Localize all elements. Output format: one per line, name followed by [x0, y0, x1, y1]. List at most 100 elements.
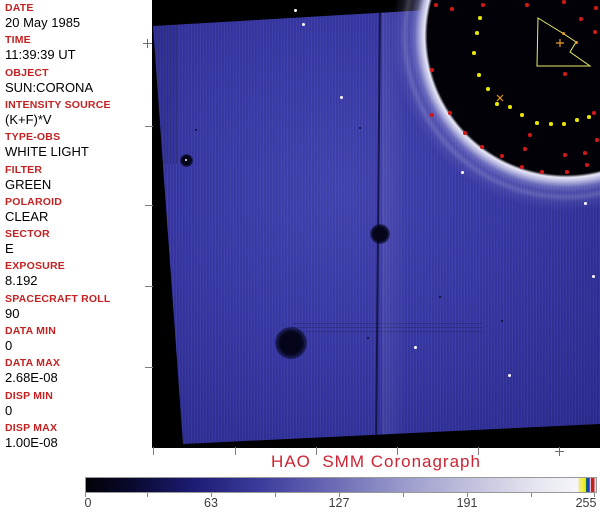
- orange-vertex-dot: [574, 40, 578, 44]
- metadata-field-polaroid: POLAROID CLEAR: [5, 196, 150, 224]
- field-value: WHITE LIGHT: [5, 144, 89, 160]
- metadata-field-type-obs: TYPE-OBS WHITE LIGHT: [5, 131, 150, 159]
- red-fiducial-dot: [563, 72, 567, 76]
- field-label: DATE: [5, 2, 34, 14]
- metadata-field-object: OBJECT SUN:CORONA: [5, 67, 150, 95]
- field-value: 0: [5, 402, 13, 418]
- field-label: FILTER: [5, 163, 43, 176]
- colorbar-minor-tick: [403, 493, 404, 497]
- red-fiducial-dot: [593, 30, 597, 34]
- field-value: 11:39:39 UT: [5, 47, 76, 63]
- field-label: INTENSITY SOURCE: [5, 98, 111, 111]
- star-dot: [460, 170, 464, 174]
- yellow-fiducial-dot: [486, 87, 490, 91]
- field-value: 8.192: [5, 273, 38, 289]
- metadata-field-intensity-source: INTENSITY SOURCE (K+F)*V: [5, 99, 150, 127]
- left-axis-tick: [145, 367, 153, 368]
- star-dot: [507, 373, 511, 377]
- red-fiducial-dot: [463, 131, 467, 135]
- yellow-fiducial-dot: [549, 122, 553, 126]
- colorbar-gradient: [85, 477, 597, 493]
- colorbar-tick-label: 63: [204, 496, 218, 510]
- star-dot: [591, 274, 595, 278]
- red-fiducial-dot: [594, 6, 598, 10]
- red-fiducial-dot: [430, 68, 434, 72]
- colorbar-tick-label: 0: [84, 496, 92, 510]
- yellow-fiducial-dot: [478, 16, 482, 20]
- field-label: SPACECRAFT ROLL: [5, 292, 111, 305]
- field-value: 1.00E-08: [5, 434, 58, 450]
- red-fiducial-dot: [430, 113, 434, 117]
- region-polygon-outline: [536, 17, 592, 67]
- metadata-field-date: DATE 20 May 1985: [5, 2, 150, 30]
- field-label: DISP MAX: [5, 421, 58, 434]
- field-value: 2.68E-08: [5, 370, 58, 386]
- red-fiducial-dot: [448, 111, 452, 115]
- colorbar-minor-tick: [275, 493, 276, 497]
- colorbar-tick-label: 127: [328, 496, 350, 510]
- field-label: TIME: [5, 34, 31, 47]
- coronagraph-viewer: DATE 20 May 1985 TIME 11:39:39 UT OBJECT SUN:…: [0, 0, 600, 512]
- star-dot: [301, 22, 305, 26]
- red-fiducial-dot: [562, 0, 566, 4]
- metadata-field-data-min: DATA MIN 0: [5, 325, 150, 353]
- star-dot: [339, 95, 343, 99]
- red-fiducial-dot: [480, 145, 484, 149]
- red-fiducial-dot: [592, 111, 596, 115]
- plot-area: [152, 0, 600, 448]
- orange-cross-marker: [496, 94, 504, 102]
- field-value: SUN:CORONA: [5, 79, 94, 95]
- field-value: CLEAR: [5, 208, 49, 224]
- yellow-fiducial-dot: [520, 113, 524, 117]
- field-label: DISP MIN: [5, 389, 54, 402]
- left-axis-plus-mark: [143, 39, 152, 48]
- metadata-field-disp-min: DISP MIN 0: [5, 390, 150, 418]
- red-fiducial-dot: [434, 3, 438, 7]
- field-label: DATA MIN: [5, 325, 56, 337]
- page-title: HAO SMM Coronagraph: [271, 452, 481, 471]
- field-label: SECTOR: [5, 228, 50, 241]
- orange-vertex-dot: [561, 31, 565, 35]
- field-value: E: [5, 241, 14, 257]
- red-fiducial-dot: [500, 154, 504, 158]
- star-dot: [293, 8, 297, 12]
- red-fiducial-dot: [540, 170, 544, 174]
- dark-blob: [275, 327, 307, 359]
- red-fiducial-dot: [583, 151, 587, 155]
- star-dot: [583, 201, 587, 205]
- field-value: 90: [5, 305, 20, 321]
- yellow-fiducial-dot: [477, 73, 481, 77]
- field-label: OBJECT: [5, 66, 49, 79]
- metadata-field-spacecraft-roll: SPACECRAFT ROLL 90: [5, 293, 150, 321]
- field-label: DATA MAX: [5, 357, 61, 370]
- yellow-fiducial-dot: [562, 122, 566, 126]
- field-value: (K+F)*V: [5, 111, 52, 127]
- colorbar-minor-tick: [147, 493, 148, 497]
- yellow-fiducial-dot: [575, 118, 579, 122]
- field-label: POLAROID: [5, 195, 63, 208]
- red-fiducial-dot: [565, 170, 569, 174]
- red-fiducial-dot: [595, 138, 599, 142]
- left-axis-tick: [145, 286, 153, 287]
- left-axis-tick: [145, 205, 153, 206]
- metadata-field-filter: FILTER GREEN: [5, 164, 150, 192]
- yellow-fiducial-dot: [535, 121, 539, 125]
- field-label: EXPOSURE: [5, 260, 65, 273]
- red-fiducial-dot: [563, 153, 567, 157]
- red-fiducial-dot: [525, 3, 529, 7]
- metadata-field-disp-max: DISP MAX 1.00E-08: [5, 422, 150, 450]
- red-fiducial-dot: [523, 147, 527, 151]
- colorbar-minor-tick: [531, 493, 532, 497]
- red-fiducial-dot: [528, 133, 532, 137]
- red-fiducial-dot: [520, 165, 524, 169]
- colorbar-tick-label: 191: [456, 496, 478, 510]
- yellow-fiducial-dot: [508, 105, 512, 109]
- metadata-field-sector: SECTOR E: [5, 228, 150, 256]
- metadata-field-exposure: EXPOSURE 8.192: [5, 260, 150, 288]
- field-label: TYPE-OBS: [5, 131, 61, 144]
- metadata-field-time: TIME 11:39:39 UT: [5, 34, 150, 62]
- yellow-fiducial-dot: [587, 115, 591, 119]
- colorbar-tick-label: 255: [575, 496, 597, 510]
- star-dot: [413, 345, 417, 349]
- red-fiducial-dot: [579, 17, 583, 21]
